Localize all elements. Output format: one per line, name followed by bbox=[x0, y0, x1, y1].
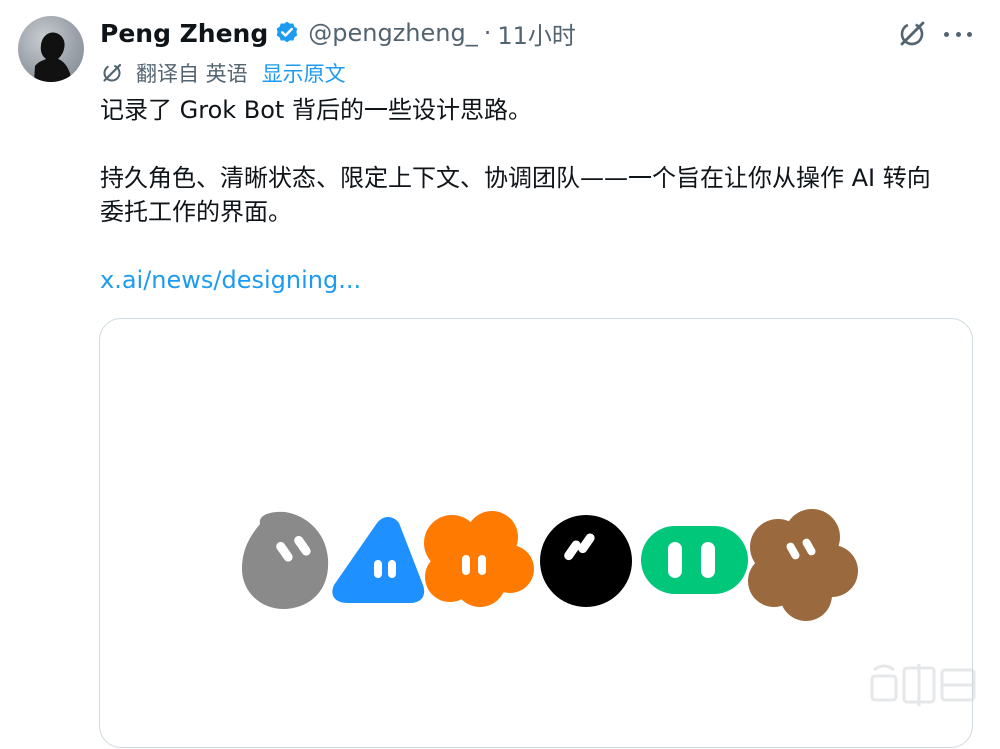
display-name[interactable]: Peng Zheng bbox=[100, 19, 268, 48]
verified-badge-icon[interactable] bbox=[274, 20, 300, 46]
handle[interactable]: @pengzheng_ bbox=[308, 19, 477, 47]
grok-bot-mascots-image bbox=[242, 509, 858, 621]
more-options-icon[interactable] bbox=[944, 26, 972, 42]
timestamp[interactable]: 11小时 bbox=[497, 16, 576, 51]
grok-translate-icon bbox=[100, 61, 124, 85]
translated-from-label: 翻译自 英语 bbox=[136, 62, 248, 86]
blue-triangle-mascot bbox=[332, 517, 425, 603]
tweet-link[interactable]: x.ai/news/designing... bbox=[100, 264, 361, 297]
gray-drop-mascot bbox=[242, 511, 329, 610]
link-preview-card[interactable] bbox=[99, 318, 973, 748]
grok-icon[interactable] bbox=[896, 18, 928, 50]
avatar-silhouette-icon bbox=[34, 32, 72, 82]
translation-row: 翻译自 英语 显示原文 bbox=[100, 58, 346, 88]
tweet-header: Peng Zheng @pengzheng_ · 11小时 bbox=[100, 16, 576, 50]
orange-cloud-mascot bbox=[424, 511, 534, 607]
black-circle-mascot bbox=[540, 515, 632, 607]
watermark-logo bbox=[866, 656, 986, 716]
green-pill-mascot bbox=[641, 526, 748, 594]
tweet-text-line-3: 委托工作的界面。 bbox=[100, 198, 292, 226]
show-original-link[interactable]: 显示原文 bbox=[262, 58, 346, 88]
avatar[interactable] bbox=[18, 16, 84, 82]
brown-flower-mascot bbox=[748, 509, 858, 621]
separator-dot: · bbox=[483, 19, 492, 47]
tweet-text-line-1: 记录了 Grok Bot 背后的一些设计思路。 bbox=[100, 96, 532, 124]
tweet-text-line-2: 持久角色、清晰状态、限定上下文、协调团队——一个旨在让你从操作 AI 转向 bbox=[100, 164, 931, 192]
